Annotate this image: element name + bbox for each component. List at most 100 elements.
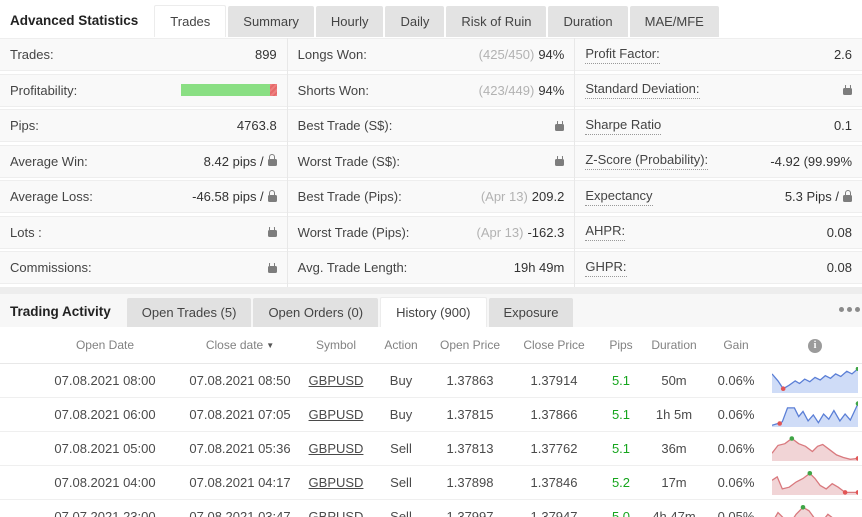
stat-row-z-score-probability: Z-Score (Probability): -4.92 (99.99% — [575, 144, 862, 178]
trade-sparkline — [772, 401, 858, 427]
column-header-duration[interactable]: Duration — [644, 338, 704, 352]
cell-gain: 0.06% — [717, 440, 755, 456]
column-header-close-date[interactable]: Close date ▼ — [180, 338, 300, 352]
cell-gain: 0.05% — [717, 508, 755, 517]
tab-risk-of-ruin[interactable]: Risk of Ruin — [446, 6, 547, 37]
value-text: 2.6 — [833, 47, 853, 62]
tab-duration[interactable]: Duration — [548, 6, 628, 37]
column-header-open-price[interactable]: Open Price — [430, 338, 510, 352]
symbol-link[interactable]: GBPUSD — [309, 509, 364, 517]
stat-label: Average Loss: — [10, 189, 93, 204]
cell-close-date: 07.08.2021 08:50 — [189, 372, 291, 388]
stat-row-longs-won: Longs Won: (425/450) 94% — [287, 38, 575, 71]
cell-chart — [768, 503, 862, 517]
stat-label: Shorts Won: — [297, 82, 369, 98]
column-header-symbol[interactable]: Symbol — [300, 338, 372, 352]
cell-open-date: 07.08.2021 04:00 — [54, 474, 156, 490]
stat-row-standard-deviation: Standard Deviation: — [575, 73, 862, 107]
cell-open-date: 07.08.2021 05:00 — [54, 440, 156, 456]
symbol-link[interactable]: GBPUSD — [309, 373, 364, 388]
tab-open-trades-5[interactable]: Open Trades (5) — [126, 297, 252, 327]
stat-row-ahpr: AHPR: 0.08 — [575, 215, 862, 249]
stat-value — [267, 227, 277, 237]
statistics-tabs: Trades Summary Hourly Daily Risk of Ruin Dura… — [154, 5, 721, 37]
trading-activity-label: Trading Activity — [10, 303, 111, 319]
stat-label: Longs Won: — [297, 47, 367, 62]
column-header-action[interactable]: Action — [372, 338, 430, 352]
stat-label[interactable]: GHPR: — [585, 259, 627, 277]
cell-action: Buy — [389, 406, 413, 422]
cell-duration: 50m — [661, 372, 687, 388]
stat-label[interactable]: AHPR: — [585, 223, 626, 241]
stat-label[interactable]: Z-Score (Probability): — [585, 152, 709, 170]
cell-close-price: 1.37914 — [530, 372, 578, 388]
trade-sparkline — [772, 436, 858, 461]
lock-icon — [843, 189, 853, 202]
tab-open-orders-0[interactable]: Open Orders (0) — [253, 297, 379, 327]
column-header-open-date[interactable]: Open Date — [30, 338, 180, 352]
stat-row-profitability: Profitability: — [0, 73, 287, 107]
tab-trades[interactable]: Trades — [154, 5, 227, 37]
tab-exposure[interactable]: Exposure — [488, 297, 574, 327]
value-text: 4763.8 — [236, 118, 277, 133]
history-table: Open Date Close date ▼ Symbol Action Open Pri… — [0, 326, 862, 517]
cell-close-price: 1.37866 — [530, 406, 578, 422]
cell-action: Sell — [390, 508, 412, 517]
cell-open-price: 1.37815 — [446, 406, 494, 422]
stat-label[interactable]: Expectancy — [585, 188, 653, 206]
cell-open-price: 1.37863 — [446, 372, 494, 388]
stat-value: 0.08 — [827, 225, 852, 240]
profit-segment — [180, 84, 270, 96]
stat-label[interactable]: Standard Deviation: — [585, 81, 700, 99]
stat-label[interactable]: Profit Factor: — [585, 46, 660, 64]
history-row: 07.08.2021 06:00 07.08.2021 07:05 GBPUSD Bu… — [0, 398, 862, 432]
more-options-icon[interactable] — [839, 306, 862, 312]
symbol-link[interactable]: GBPUSD — [309, 407, 364, 422]
value-text: 94% — [538, 47, 565, 62]
stat-row-commissions: Commissions: — [0, 251, 287, 284]
stat-value: 8.42 pips / — [204, 154, 277, 169]
cell-chart — [768, 367, 862, 393]
stat-row-worst-trade-s: Worst Trade (S$): — [287, 144, 575, 178]
trade-sparkline — [772, 471, 858, 495]
stat-label[interactable]: Sharpe Ratio — [585, 117, 662, 135]
info-icon[interactable]: i — [808, 338, 822, 353]
tab-history-900[interactable]: History (900) — [380, 296, 487, 327]
statistics-grid: Trades: 899 Profitability: Pips: 4763.8 Avera… — [0, 37, 862, 287]
value-text: -4.92 (99.99% — [770, 153, 853, 169]
symbol-link[interactable]: GBPUSD — [309, 441, 364, 456]
cell-chart — [768, 435, 862, 461]
value-text: -46.58 pips / — [192, 189, 264, 204]
cell-symbol: GBPUSD — [300, 407, 372, 422]
column-header-gain[interactable]: Gain — [704, 338, 768, 352]
column-header-close-price[interactable]: Close Price — [510, 338, 598, 352]
cell-action: Sell — [390, 474, 412, 490]
cell-action: Sell — [390, 440, 412, 456]
tab-summary[interactable]: Summary — [228, 6, 314, 37]
stat-value: -4.92 (99.99% — [770, 154, 852, 169]
tab-daily[interactable]: Daily — [385, 6, 445, 37]
cell-duration: 4h 47m — [652, 508, 696, 517]
symbol-link[interactable]: GBPUSD — [309, 475, 364, 490]
value-prefix: (425/450) — [478, 47, 535, 62]
value-text: -162.3 — [527, 224, 565, 240]
stat-row-best-trade-pips: Best Trade (Pips): (Apr 13) 209.2 — [287, 180, 575, 213]
cell-close-date: 07.08.2021 03:47 — [189, 508, 291, 517]
profitability-bar — [180, 84, 277, 96]
stat-value: (423/449) 94% — [479, 83, 565, 98]
cell-pips: 5.2 — [611, 474, 631, 490]
stat-value: 19h 49m — [514, 260, 565, 275]
value-text: 5.3 Pips / — [784, 189, 840, 204]
table-header-row: Open Date Close date ▼ Symbol Action Open Pri… — [0, 327, 862, 364]
tab-mae-mfe[interactable]: MAE/MFE — [629, 6, 719, 37]
cell-symbol: GBPUSD — [300, 509, 372, 517]
stat-value: -46.58 pips / — [192, 189, 277, 204]
stat-value: (425/450) 94% — [479, 47, 565, 62]
tab-hourly[interactable]: Hourly — [315, 6, 384, 37]
lock-icon — [267, 189, 277, 202]
value-prefix: (Apr 13) — [480, 189, 528, 204]
stat-label: Lots : — [10, 224, 42, 240]
column-header-pips[interactable]: Pips — [598, 338, 644, 352]
cell-duration: 36m — [661, 440, 687, 456]
cell-duration: 1h 5m — [655, 406, 693, 422]
